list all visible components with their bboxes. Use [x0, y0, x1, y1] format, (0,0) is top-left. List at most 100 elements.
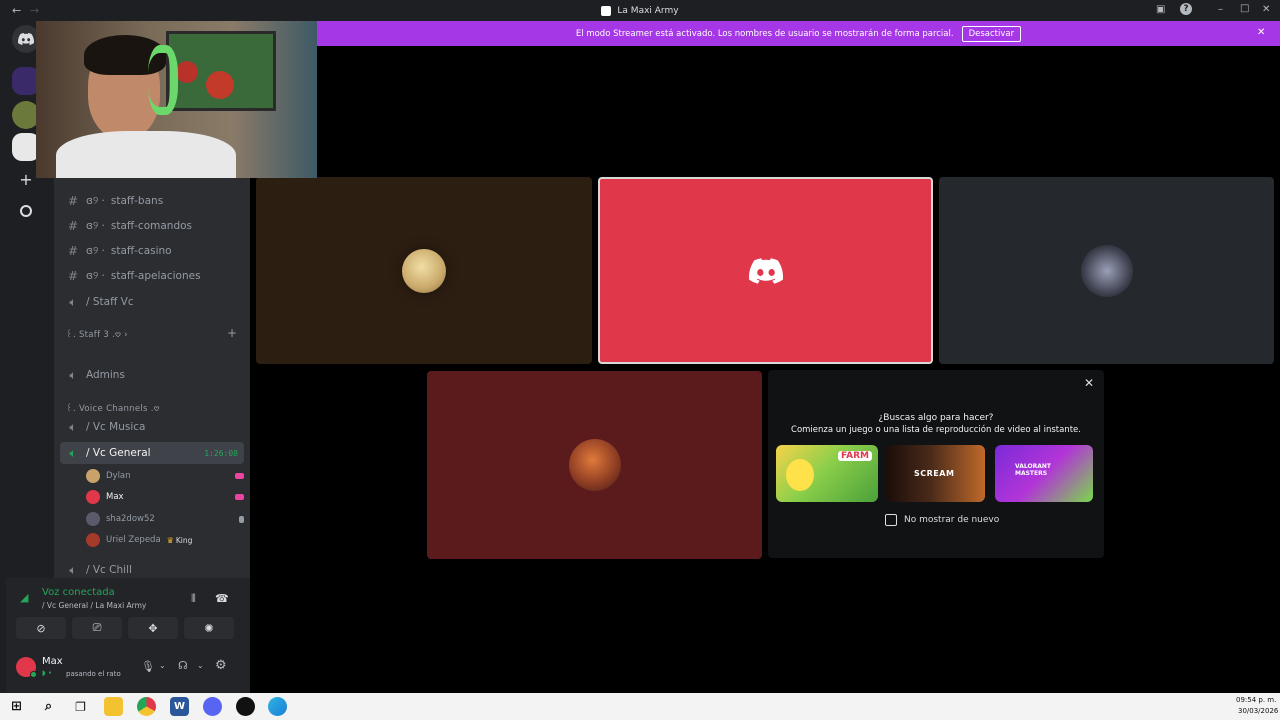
share-screen-button[interactable]: ⎚	[72, 617, 122, 639]
game-scream-card[interactable]: SCREAM	[886, 445, 985, 502]
screen-share-icon: ⎚	[92, 621, 102, 634]
word-icon[interactable]: W	[170, 697, 189, 716]
activity-status-icon: ◗ •	[42, 669, 53, 677]
channel-staff-bans[interactable]: # ɞ୨ · staff-bans	[60, 190, 244, 212]
speaker-icon: 🔈︎	[69, 562, 77, 577]
discord-taskbar-icon[interactable]	[203, 697, 222, 716]
disable-streamer-button[interactable]: Desactivar	[961, 25, 1022, 42]
member-name: Max	[106, 492, 124, 502]
close-window-button[interactable]: ✕	[1262, 4, 1270, 15]
channel-prefix: ɞ୨ ·	[86, 244, 105, 257]
channel-admins[interactable]: 🔈︎ Admins	[60, 364, 244, 386]
channel-staff-comandos[interactable]: # ɞ୨ · staff-comandos	[60, 215, 244, 237]
back-arrow-icon[interactable]: ←	[12, 4, 21, 17]
windows-taskbar	[0, 693, 1280, 720]
close-activity-icon[interactable]: ✕	[1084, 376, 1094, 390]
file-explorer-icon[interactable]	[104, 697, 123, 716]
channel-label: staff-casino	[110, 245, 172, 257]
voice-location[interactable]: / Vc General / La Maxi Army	[42, 601, 146, 610]
minimize-button[interactable]: –	[1218, 4, 1223, 15]
explore-icon[interactable]	[12, 197, 40, 225]
channel-staff-apelaciones[interactable]: # ɞ୨ · staff-apelaciones	[60, 265, 244, 287]
channel-label: / Vc Chill	[86, 564, 132, 576]
add-channel-icon[interactable]: +	[227, 326, 237, 340]
streaming-icon	[235, 473, 244, 479]
webcam-apple-1	[206, 71, 234, 99]
participant-tile-dylan[interactable]	[256, 177, 592, 364]
forward-arrow-icon[interactable]: →	[30, 4, 39, 17]
inbox-icon[interactable]: ▣	[1156, 4, 1165, 15]
participant-tile-sha2dow52[interactable]	[939, 177, 1274, 364]
user-status: pasando el rato	[66, 670, 121, 678]
microphone-icon[interactable]: 🎙︎	[141, 660, 155, 673]
disconnect-icon[interactable]: ☎	[215, 592, 229, 605]
voice-member-dylan[interactable]: Dylan	[86, 467, 244, 485]
speaker-icon: 🔈︎	[69, 367, 77, 382]
maximize-button[interactable]: □	[1240, 3, 1249, 14]
activity-question: ¿Buscas algo para hacer?	[878, 413, 994, 423]
dont-show-again-label[interactable]: No mostrar de nuevo	[904, 515, 999, 525]
help-icon[interactable]: ?	[1180, 3, 1192, 15]
channel-vc-musica[interactable]: 🔈︎ / Vc Musica	[60, 416, 244, 438]
app-red-icon[interactable]	[236, 697, 255, 716]
motorbike-avatar	[1080, 244, 1133, 297]
dont-show-again-checkbox[interactable]	[885, 514, 897, 526]
voice-member-uriel-zepeda[interactable]: Uriel Zepeda ♛ King	[86, 531, 244, 549]
participant-tile-max[interactable]	[598, 177, 933, 364]
soundboard-button[interactable]: ✺	[184, 617, 234, 639]
channel-staff-casino[interactable]: # ɞ୨ · staff-casino	[60, 240, 244, 262]
voice-status[interactable]: Voz conectada	[42, 587, 115, 598]
banner-text: El modo Streamer está activado. Los nomb…	[575, 28, 954, 39]
voice-member-sha2dow52[interactable]: sha2dow52	[86, 510, 244, 528]
taskbar-date[interactable]: 30/03/2026	[1238, 707, 1278, 715]
voice-member-max[interactable]: Max	[86, 488, 244, 506]
noise-suppression-icon[interactable]: ⦀	[191, 592, 196, 606]
search-icon[interactable]: ⌕	[39, 697, 58, 716]
webcam-overlay	[36, 21, 317, 178]
user-name[interactable]: Max	[42, 656, 63, 667]
member-name: Dylan	[106, 471, 131, 481]
channel-vc-general[interactable]: 🔈︎ / Vc General 1:26:08	[60, 442, 244, 464]
category-voice-channels[interactable]: ꒰. Voice Channels .𖹭	[66, 403, 160, 414]
taskbar-time[interactable]: 09:54 p. m.	[1236, 696, 1276, 704]
game-farm-card[interactable]: FARM	[776, 445, 878, 502]
muted-icon	[239, 515, 244, 523]
avatar	[86, 512, 100, 526]
close-banner-icon[interactable]: ✕	[1257, 27, 1265, 38]
hashtag-icon: #	[67, 269, 79, 283]
member-name: Uriel Zepeda	[106, 535, 161, 545]
crown-icon: ♛	[166, 535, 174, 545]
category-staff-3[interactable]: ꒰. Staff 3 .𖹭 ›	[66, 329, 128, 340]
mic-chevron-down-icon[interactable]: ⌄	[159, 661, 166, 670]
channel-prefix: ɞ୨ ·	[86, 194, 105, 207]
discord-logo-icon	[748, 257, 783, 284]
activities-icon: ✥	[148, 621, 158, 635]
activity-subtitle: Comienza un juego o una lista de reprodu…	[791, 425, 1081, 435]
windows-start-icon[interactable]: ⊞	[7, 697, 26, 716]
streaming-icon	[235, 494, 244, 500]
server-icon	[601, 5, 612, 16]
game-valorant-card[interactable]: VALORANT MASTERS	[995, 445, 1093, 502]
edge-icon[interactable]	[268, 697, 287, 716]
channel-label: staff-bans	[110, 195, 164, 207]
game-title: SCREAM	[914, 469, 955, 478]
speaker-icon: 🔈︎	[69, 445, 77, 460]
channel-staff-vc[interactable]: 🔈︎ / Staff Vc	[60, 291, 244, 313]
participant-tile-uriel[interactable]	[427, 371, 762, 559]
online-status-dot	[30, 671, 37, 678]
headphones-icon[interactable]: ☊	[178, 659, 188, 672]
window-title-area: La Maxi Army	[0, 0, 1280, 21]
chrome-icon[interactable]	[137, 697, 156, 716]
camera-off-icon: ⊘	[36, 621, 46, 635]
camera-button[interactable]: ⊘	[16, 617, 66, 639]
task-view-icon[interactable]: ❐	[71, 697, 90, 716]
signal-icon: ◢	[20, 591, 29, 604]
channel-label: Admins	[86, 369, 125, 381]
settings-gear-icon[interactable]: ⚙︎	[215, 658, 227, 673]
webcam-apple-2	[176, 61, 198, 83]
headphones-chevron-down-icon[interactable]: ⌄	[197, 661, 204, 670]
speaker-icon: 🔈︎	[69, 419, 77, 434]
activities-button[interactable]: ✥	[128, 617, 178, 639]
soundboard-icon: ✺	[204, 621, 214, 635]
webcam-headphones	[148, 45, 178, 115]
